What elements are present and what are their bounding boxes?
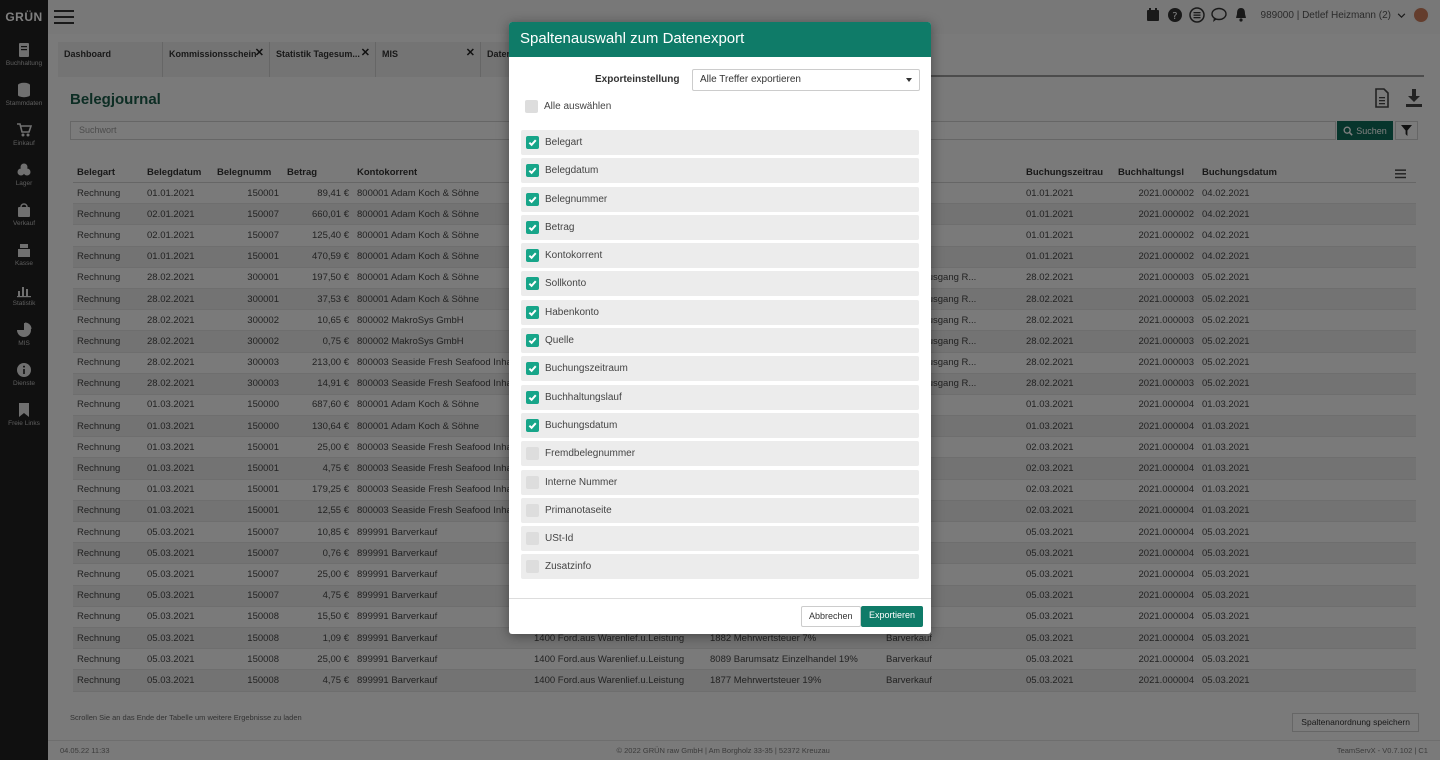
column-option[interactable]: Buchhaltungslauf: [521, 384, 919, 410]
column-option[interactable]: Fremdbelegnummer: [521, 441, 919, 467]
column-option-label: Buchhaltungslauf: [545, 391, 622, 403]
cancel-button[interactable]: Abbrechen: [801, 606, 861, 627]
column-list: Belegart Belegdatum Belegnummer Betrag Konto…: [521, 130, 919, 583]
column-option-label: Betrag: [545, 221, 575, 233]
column-option-label: Fremdbelegnummer: [545, 448, 636, 460]
column-option[interactable]: Belegdatum: [521, 158, 919, 184]
export-setting-row: Exporteinstellung Alle Treffer exportier…: [509, 69, 931, 91]
column-checkbox[interactable]: [526, 164, 539, 178]
dialog-title: Spaltenauswahl zum Datenexport: [509, 22, 931, 57]
column-option-label: Belegdatum: [545, 165, 599, 177]
column-option-label: Belegnummer: [545, 193, 608, 205]
column-option-label: Zusatzinfo: [545, 561, 592, 573]
column-option[interactable]: Quelle: [521, 328, 919, 354]
column-option-label: USt-Id: [545, 533, 574, 545]
column-option-label: Sollkonto: [545, 278, 587, 290]
column-option-label: Interne Nummer: [545, 476, 618, 488]
column-checkbox[interactable]: [526, 334, 539, 348]
column-checkbox[interactable]: [526, 362, 539, 376]
column-option-label: Buchungszeitraum: [545, 363, 628, 375]
column-option[interactable]: Belegnummer: [521, 186, 919, 212]
column-option[interactable]: Sollkonto: [521, 271, 919, 297]
select-all-label: Alle auswählen: [544, 101, 612, 112]
select-all-row[interactable]: Alle auswählen: [525, 100, 611, 113]
column-checkbox[interactable]: [526, 560, 539, 574]
export-button[interactable]: Exportieren: [861, 606, 924, 627]
column-option[interactable]: Belegart: [521, 130, 919, 155]
column-checkbox[interactable]: [526, 220, 539, 234]
export-setting-value: Alle Treffer exportieren: [700, 74, 801, 85]
column-option[interactable]: Habenkonto: [521, 299, 919, 325]
column-checkbox[interactable]: [526, 192, 539, 206]
column-checkbox[interactable]: [526, 418, 539, 432]
dialog-footer: Abbrechen Exportieren: [509, 598, 931, 634]
column-checkbox[interactable]: [526, 475, 539, 489]
column-option-label: Primanotaseite: [545, 504, 612, 516]
column-option[interactable]: Kontokorrent: [521, 243, 919, 269]
column-option[interactable]: USt-Id: [521, 526, 919, 552]
column-checkbox[interactable]: [526, 503, 539, 517]
column-checkbox[interactable]: [526, 249, 539, 263]
column-checkbox[interactable]: [526, 305, 539, 319]
select-all-checkbox[interactable]: [525, 100, 538, 113]
export-setting-select[interactable]: Alle Treffer exportieren: [692, 69, 920, 91]
caret-down-icon: [906, 78, 912, 82]
column-option-label: Habenkonto: [545, 306, 599, 318]
column-checkbox[interactable]: [526, 447, 539, 461]
column-option[interactable]: Interne Nummer: [521, 469, 919, 495]
column-checkbox[interactable]: [526, 390, 539, 404]
column-option-label: Kontokorrent: [545, 250, 603, 262]
column-option-label: Buchungsdatum: [545, 419, 618, 431]
column-option-label: Belegart: [545, 137, 583, 148]
column-checkbox[interactable]: [526, 277, 539, 291]
column-checkbox[interactable]: [526, 136, 539, 149]
column-option[interactable]: Buchungsdatum: [521, 412, 919, 438]
column-option[interactable]: Zusatzinfo: [521, 554, 919, 580]
column-option[interactable]: Buchungszeitraum: [521, 356, 919, 382]
export-columns-dialog: Spaltenauswahl zum Datenexport Exportein…: [509, 22, 931, 634]
column-checkbox[interactable]: [526, 532, 539, 546]
column-option-label: Quelle: [545, 335, 574, 347]
column-option[interactable]: Primanotaseite: [521, 497, 919, 523]
column-option[interactable]: Betrag: [521, 214, 919, 240]
export-setting-label: Exporteinstellung: [595, 74, 680, 85]
